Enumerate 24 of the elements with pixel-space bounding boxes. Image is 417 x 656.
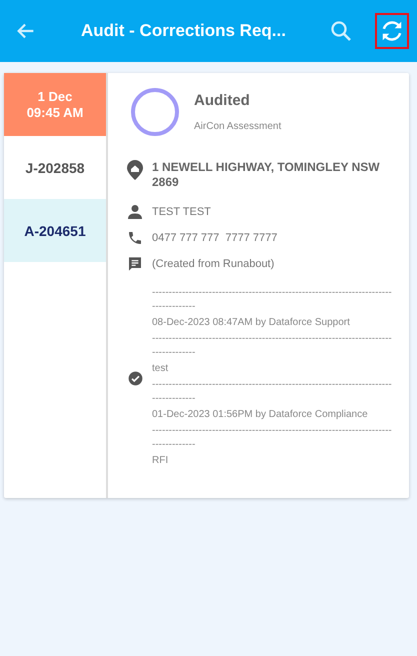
phone-icon <box>127 230 143 246</box>
pin-icon <box>126 159 144 181</box>
job-type: AirCon Assessment <box>194 121 282 132</box>
history-line: ------------------------------------------------------------------------------------- <box>152 286 393 314</box>
date-cell: 1 Dec 09:45 AM <box>4 73 106 136</box>
note-text: (Created from Runabout) <box>152 257 274 272</box>
status-ring-icon <box>130 87 180 137</box>
history-line: 01-Dec-2023 01:56PM by Dataforce Compliance <box>152 408 369 422</box>
person-icon <box>127 204 143 220</box>
refresh-button[interactable] <box>375 13 409 49</box>
history-line: 08-Dec-2023 08:47AM by Dataforce Support <box>152 316 351 330</box>
address-text: 1 NEWELL HIGHWAY, TOMINGLEY NSW 2869 <box>152 159 381 190</box>
note-icon <box>127 256 143 272</box>
job-item[interactable]: A-204651 <box>4 199 106 262</box>
contact-name: TEST TEST <box>152 205 211 220</box>
search-icon <box>329 19 353 43</box>
job-item[interactable]: J-202858 <box>4 136 106 199</box>
history-line: test <box>152 362 170 376</box>
status-label: Audited <box>194 92 251 109</box>
history-line: ------------------------------------------------------------------------------------- <box>152 378 393 406</box>
screen-title: Audit - Corrections Req... <box>80 21 287 41</box>
history-line: ------------------------------------------------------------------------------------- <box>152 424 393 452</box>
history-line: RFI <box>152 454 170 468</box>
phone-number: 0477 777 777 7777 7777 <box>152 231 278 246</box>
